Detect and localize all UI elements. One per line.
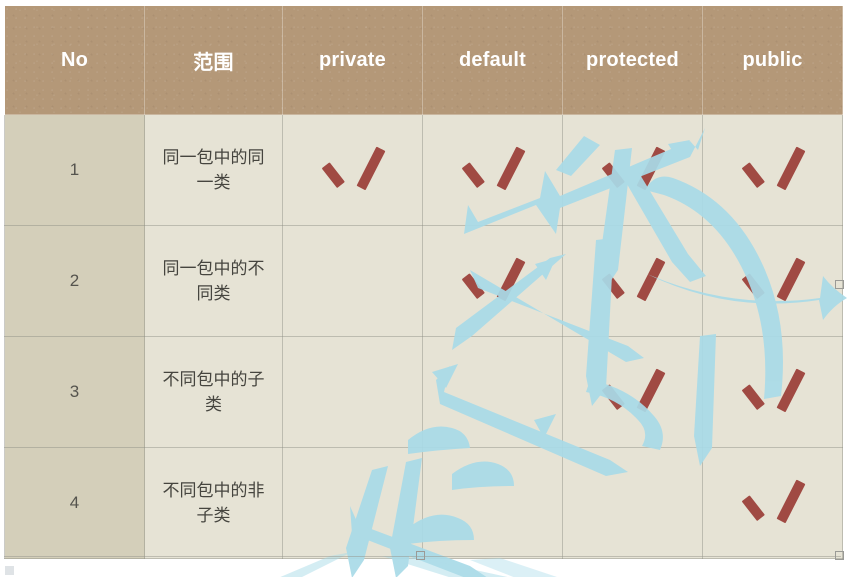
check-mark-icon <box>326 146 380 190</box>
check-mark-icon <box>746 479 800 523</box>
check-mark-icon <box>326 257 380 301</box>
check-mark-icon <box>606 368 660 412</box>
selection-handle-right[interactable] <box>835 280 844 289</box>
cell-no: 1 <box>4 114 145 226</box>
check-mark-icon <box>746 368 800 412</box>
cell-public <box>702 225 843 337</box>
table-header: No 范围 private default protected public <box>4 5 843 115</box>
check-mark-icon <box>466 479 520 523</box>
cell-default <box>422 336 563 448</box>
check-mark-icon <box>606 479 660 523</box>
cell-no: 3 <box>4 336 145 448</box>
column-header-public: public <box>702 5 843 115</box>
selection-handle-bottom[interactable] <box>416 551 425 560</box>
cell-private <box>282 114 423 226</box>
check-mark-icon <box>746 146 800 190</box>
column-header-scope: 范围 <box>144 5 283 115</box>
selection-handle-bottom-right[interactable] <box>835 551 844 560</box>
table-body: 1 同一包中的同一类 2 同一包中的不同类 3 不同包中的子类 4 不同包中的非… <box>4 114 843 559</box>
cell-public <box>702 114 843 226</box>
check-mark-icon <box>326 368 380 412</box>
check-mark-icon <box>746 257 800 301</box>
cell-protected <box>562 114 703 226</box>
table-row: 3 不同包中的子类 <box>4 336 843 448</box>
cell-private <box>282 336 423 448</box>
cell-default <box>422 447 563 559</box>
cell-no: 2 <box>4 225 145 337</box>
check-mark-icon <box>606 146 660 190</box>
check-mark-icon <box>466 146 520 190</box>
table-row: 1 同一包中的同一类 <box>4 114 843 226</box>
table-row: 2 同一包中的不同类 <box>4 225 843 337</box>
column-header-no: No <box>4 5 145 115</box>
cell-private <box>282 447 423 559</box>
screenshot-stage: No 范围 private default protected public 1… <box>0 0 847 577</box>
cell-protected <box>562 447 703 559</box>
header-row: No 范围 private default protected public <box>4 5 843 115</box>
cell-scope: 同一包中的不同类 <box>144 225 283 337</box>
column-header-default: default <box>422 5 563 115</box>
cell-default <box>422 114 563 226</box>
cell-public <box>702 447 843 559</box>
check-mark-icon <box>606 257 660 301</box>
page-corner-chip <box>5 566 14 575</box>
cell-scope: 不同包中的子类 <box>144 336 283 448</box>
cell-public <box>702 336 843 448</box>
table-row: 4 不同包中的非子类 <box>4 447 843 559</box>
cell-default <box>422 225 563 337</box>
check-mark-icon <box>466 257 520 301</box>
cell-no: 4 <box>4 447 145 559</box>
java-access-modifier-table: No 范围 private default protected public 1… <box>4 5 843 559</box>
cell-protected <box>562 225 703 337</box>
check-mark-icon <box>466 368 520 412</box>
cell-private <box>282 225 423 337</box>
cell-protected <box>562 336 703 448</box>
column-header-protected: protected <box>562 5 703 115</box>
cell-scope: 不同包中的非子类 <box>144 447 283 559</box>
check-mark-icon <box>326 479 380 523</box>
column-header-private: private <box>282 5 423 115</box>
cell-scope: 同一包中的同一类 <box>144 114 283 226</box>
